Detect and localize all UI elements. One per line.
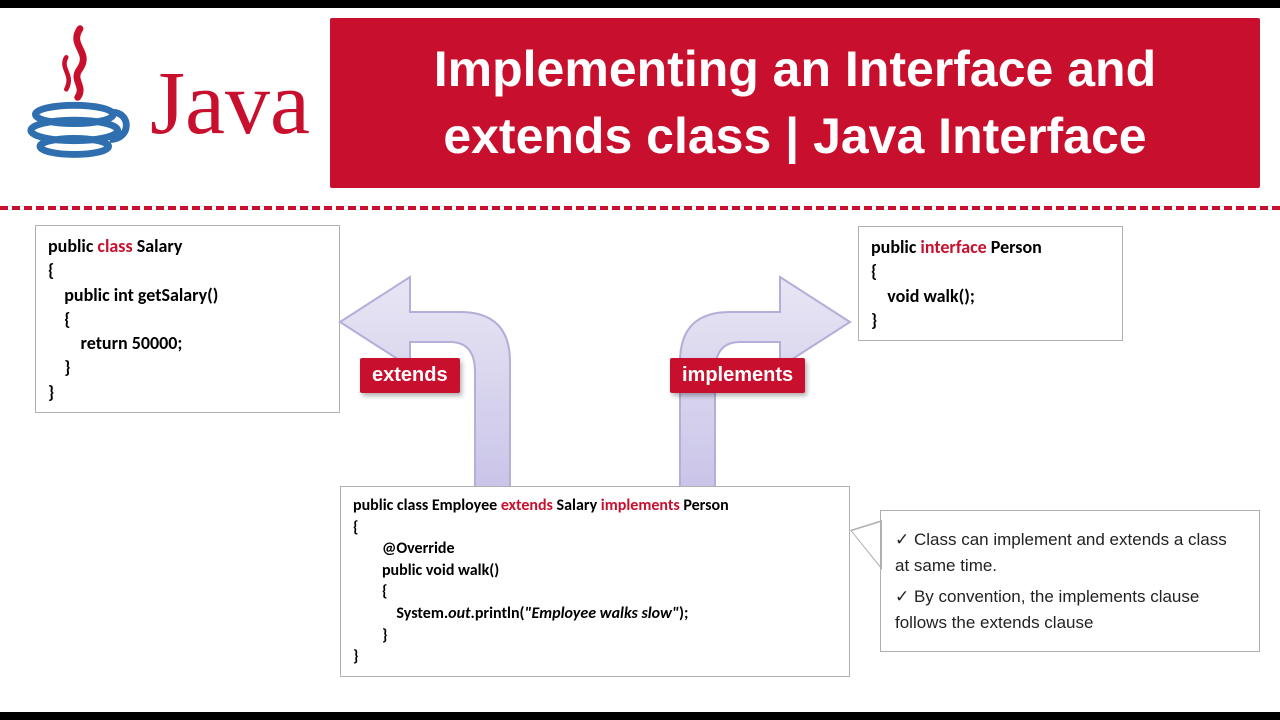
java-cup-icon (20, 23, 140, 183)
code-text: Salary (133, 235, 183, 257)
code-text: } (353, 647, 359, 666)
employee-code-box: public class Employee extends Salary imp… (340, 486, 850, 677)
code-text: } (48, 381, 54, 403)
diagram-content: public class Salary { public int getSala… (0, 210, 1280, 710)
callout-pointer-icon (850, 520, 882, 570)
code-text: .println( (471, 604, 525, 623)
code-text: void walk(); (871, 285, 975, 307)
info-point-1: Class can implement and extends a class … (895, 527, 1245, 578)
code-text: } (353, 626, 387, 645)
code-text: return 50000; (48, 332, 182, 354)
code-text: out (448, 604, 470, 623)
code-text: public class Employee (353, 496, 501, 515)
code-text: { (353, 518, 359, 537)
java-logo-text: Java (150, 52, 310, 155)
header: Java Implementing an Interface and exten… (0, 8, 1280, 198)
info-box: Class can implement and extends a class … (880, 510, 1260, 652)
keyword-interface: interface (920, 236, 986, 258)
code-text: } (871, 309, 877, 331)
code-text: { (871, 260, 877, 282)
extends-label: extends (360, 358, 460, 393)
code-text: System. (353, 604, 448, 623)
person-code-box: public interface Person { void walk(); } (858, 226, 1123, 341)
code-text: { (48, 259, 54, 281)
code-text: Person (987, 236, 1042, 258)
salary-code-box: public class Salary { public int getSala… (35, 225, 340, 413)
title-banner: Implementing an Interface and extends cl… (330, 18, 1260, 188)
code-text: { (48, 308, 70, 330)
keyword-extends: extends (501, 496, 553, 515)
keyword-class: class (97, 235, 132, 257)
code-text: public (871, 236, 920, 258)
code-text: Person (680, 496, 729, 515)
code-text: ); (679, 604, 688, 623)
code-text: @Override (353, 539, 455, 558)
info-point-2: By convention, the implements clause fol… (895, 584, 1245, 635)
code-text: "Employee walks slow" (525, 604, 679, 623)
code-text: { (353, 582, 387, 601)
keyword-implements: implements (601, 496, 680, 515)
implements-label: implements (670, 358, 805, 393)
code-text: public (48, 235, 97, 257)
code-text: Salary (553, 496, 601, 515)
code-text: public void walk() (353, 561, 499, 580)
code-text: public int getSalary() (48, 284, 218, 306)
java-logo-area: Java (20, 8, 330, 198)
code-text: } (48, 356, 70, 378)
